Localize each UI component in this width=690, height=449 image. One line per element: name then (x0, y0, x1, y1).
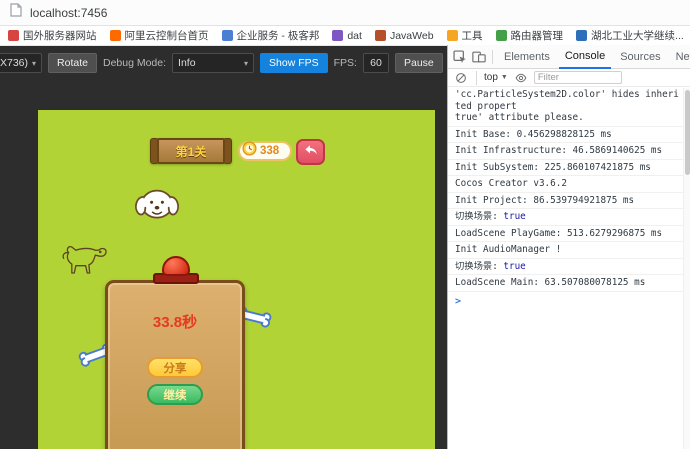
continue-button[interactable]: 继续 (147, 384, 203, 405)
context-select[interactable]: top ▼ (484, 72, 508, 83)
fps-input[interactable]: 60 (362, 53, 389, 73)
tab-console[interactable]: Console (558, 45, 612, 69)
console-filter-input[interactable] (533, 71, 622, 84)
back-button[interactable] (296, 139, 325, 165)
bookmark-item[interactable]: JavaWeb (374, 30, 434, 42)
bookmark-item[interactable]: 湖北工业大学继续... (576, 28, 684, 43)
game-preview-area: X736) ▾ Rotate Debug Mode: Info ▾ Show F… (0, 46, 447, 449)
console-message: 切换场景: true (448, 209, 690, 226)
console-toolbar: top ▼ (448, 69, 690, 87)
browser-address-bar: localhost:7456 (0, 0, 690, 26)
bookmark-item[interactable]: 工具 (446, 28, 483, 43)
aliyun-favicon (109, 30, 121, 41)
console-message: Init Infrastructure: 46.5869140625 ms (448, 143, 690, 160)
console-log: 'cc.ParticleSystem2D.color' hides inheri… (448, 87, 690, 292)
bookmark-item[interactable]: dat (332, 30, 362, 42)
console-message: Init Base: 0.456298828125 ms (448, 127, 690, 143)
dog-drawing (130, 178, 184, 232)
console-message: Init Project: 86.539794921875 ms (448, 193, 690, 209)
tab-sources[interactable]: Sources (614, 45, 666, 69)
debug-mode-label: Debug Mode: (102, 57, 167, 69)
preview-toolbar: X736) ▾ Rotate Debug Mode: Info ▾ Show F… (0, 50, 447, 76)
inspect-icon[interactable] (452, 49, 468, 65)
coffee-favicon (374, 30, 386, 41)
dog-outline-drawing (58, 234, 110, 286)
clock-icon (242, 141, 257, 161)
console-message: Init AudioManager ! (448, 242, 690, 259)
timer-value: 338 (260, 145, 280, 157)
console-message: 切换场景: true (448, 259, 690, 275)
tools-favicon (446, 30, 458, 41)
clear-console-icon[interactable] (453, 70, 469, 86)
bookmarks-bar: 国外服务器网站 阿里云控制台首页 企业服务 - 极客邦 dat JavaWeb … (0, 26, 690, 46)
devtools-tabbar: ElementsConsoleSourcesNetwork ⋮ (448, 45, 690, 69)
console-message: LoadScene PlayGame: 513.6279296875 ms (448, 226, 690, 242)
console-message: Cocos Creator v3.6.2 (448, 176, 690, 193)
tab-network[interactable]: Network (670, 45, 690, 69)
bookmark-item[interactable]: 阿里云控制台首页 (109, 28, 209, 43)
console-prompt[interactable]: > (448, 292, 690, 310)
school-favicon (576, 30, 588, 41)
globe-favicon (8, 30, 19, 41)
elapsed-time-text: 33.8秒 (152, 314, 198, 331)
prompt-chevron-icon: > (455, 295, 462, 307)
result-dialog: 33.8秒 分享 继续 (105, 280, 245, 449)
timer-display: 338 (238, 141, 292, 161)
red-button-decoration (153, 256, 199, 284)
console-message: Init SubSystem: 225.860107421875 ms (448, 160, 690, 176)
briefcase-favicon (221, 30, 233, 41)
level-banner: 第1关 (150, 138, 232, 164)
devtools-panel: ElementsConsoleSourcesNetwork ⋮ top ▼ 'c… (447, 45, 690, 449)
url-text[interactable]: localhost:7456 (30, 6, 107, 20)
device-select[interactable]: X736) ▾ (0, 53, 43, 73)
bookmark-item[interactable]: 路由器管理 (495, 28, 563, 43)
bookmark-item[interactable]: 企业服务 - 极客邦 (221, 28, 319, 43)
devtools-scrollbar[interactable] (683, 88, 690, 449)
share-button[interactable]: 分享 (147, 357, 203, 378)
pause-button[interactable]: Pause (394, 53, 443, 73)
level-label: 第1关 (175, 144, 207, 159)
console-message: 'cc.ParticleSystem2D.color' hides inheri… (448, 87, 690, 127)
tab-elements[interactable]: Elements (498, 45, 556, 69)
screen: localhost:7456 国外服务器网站 阿里云控制台首页 企业服务 - 极… (0, 0, 690, 449)
page-favicon (332, 30, 344, 41)
debug-level-select[interactable]: Info ▾ (172, 53, 255, 73)
rotate-button[interactable]: Rotate (48, 53, 97, 73)
caret-down-icon: ▾ (244, 58, 249, 68)
caret-down-icon: ▼ (500, 74, 508, 81)
router-favicon (495, 30, 507, 41)
back-arrow-icon (302, 142, 320, 163)
device-toolbar-icon[interactable] (471, 49, 487, 65)
page-icon (10, 3, 22, 22)
caret-down-icon: ▾ (32, 58, 37, 68)
fps-label: FPS: (333, 57, 357, 69)
console-message: LoadScene Main: 63.507080078125 ms (448, 275, 690, 292)
show-fps-button[interactable]: Show FPS (260, 53, 328, 73)
bookmark-item[interactable]: 国外服务器网站 (8, 28, 97, 43)
game-canvas[interactable]: 第1关 338 33.8秒 分享 继续 (38, 110, 435, 449)
live-expression-eye-icon[interactable] (513, 70, 529, 86)
